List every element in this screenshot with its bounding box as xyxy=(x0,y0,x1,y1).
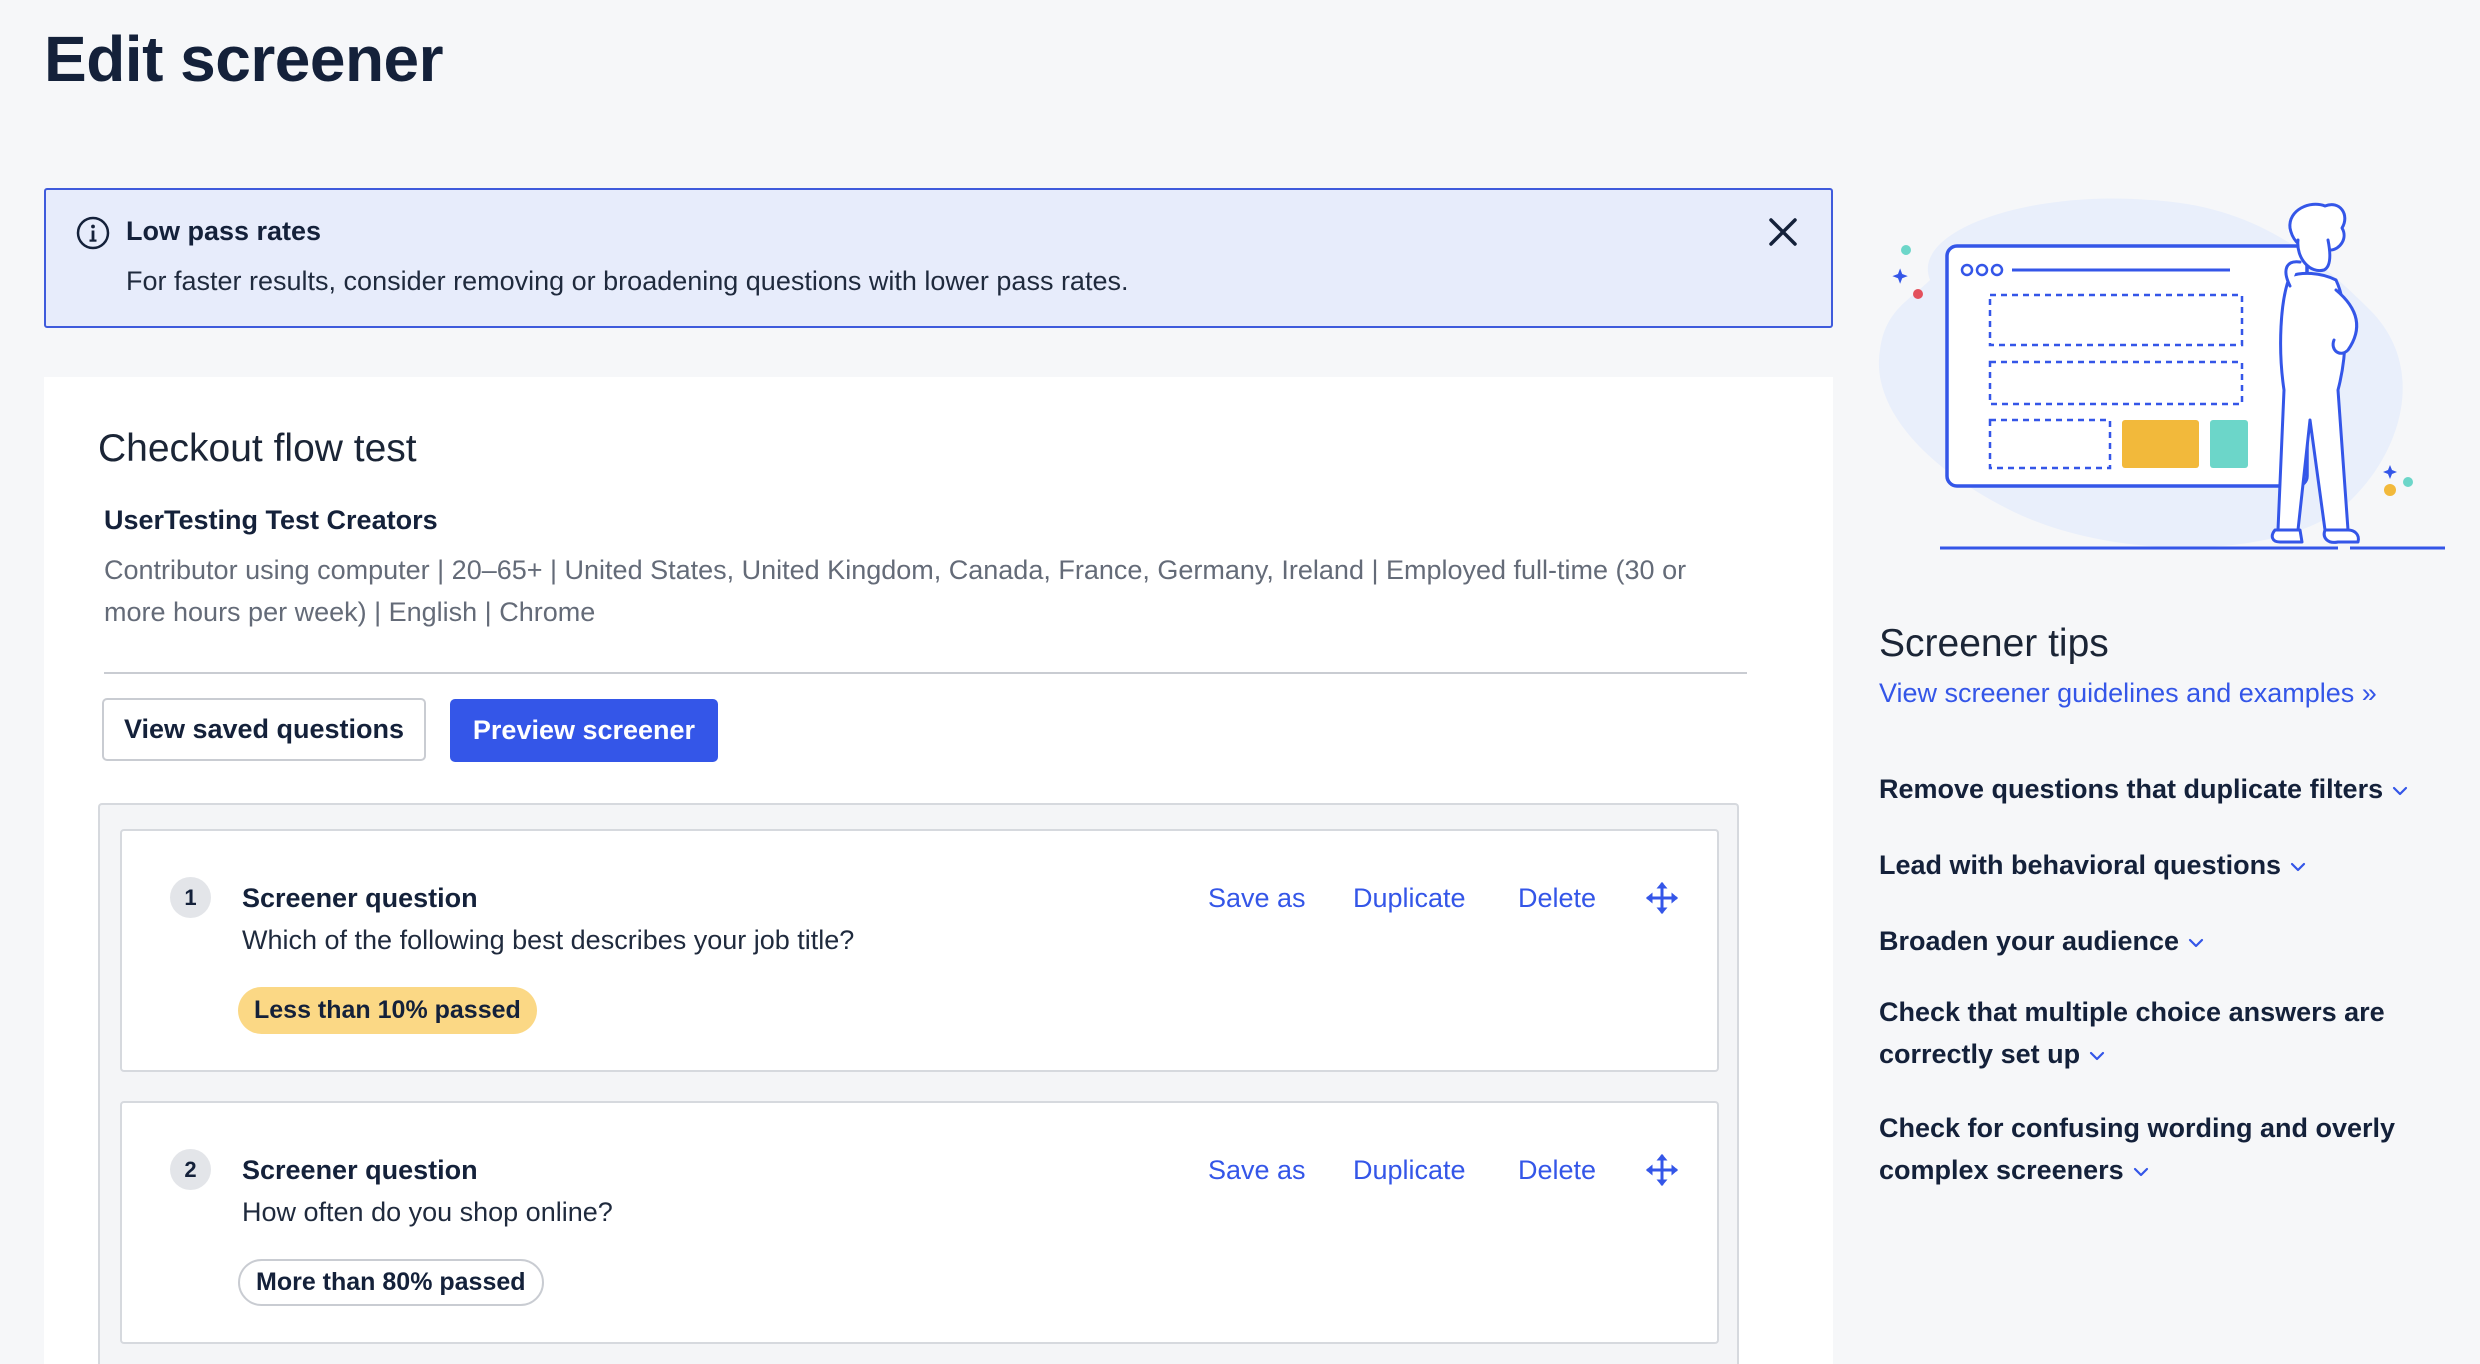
question-number: 2 xyxy=(170,1149,211,1190)
audience-description: Contributor using computer | 20–65+ | Un… xyxy=(104,555,1687,627)
question-card: 1 Screener question Which of the followi… xyxy=(120,829,1719,1072)
tip-behavioral-questions[interactable]: Lead with behavioral questions xyxy=(1879,844,2439,886)
duplicate-link[interactable]: Duplicate xyxy=(1353,1155,1466,1186)
question-number: 1 xyxy=(170,877,211,918)
guidelines-link[interactable]: View screener guidelines and examples » xyxy=(1879,678,2377,709)
tip-remove-duplicates[interactable]: Remove questions that duplicate filters xyxy=(1879,768,2439,810)
low-pass-rate-alert: Low pass rates For faster results, consi… xyxy=(44,188,1833,328)
screener-illustration xyxy=(1878,198,2445,550)
delete-link[interactable]: Delete xyxy=(1518,883,1596,914)
divider xyxy=(104,672,1747,674)
tip-confusing-wording[interactable]: Check for confusing wording and overly c… xyxy=(1879,1107,2439,1191)
preview-screener-button[interactable]: Preview screener xyxy=(450,699,718,762)
move-icon[interactable] xyxy=(1645,881,1679,915)
tip-label: Broaden your audience xyxy=(1879,926,2180,956)
alert-title: Low pass rates xyxy=(126,216,322,246)
question-text: Which of the following best describes yo… xyxy=(242,925,855,955)
chevron-down-icon xyxy=(2089,1051,2105,1060)
test-title: Checkout flow test xyxy=(98,427,417,470)
view-saved-questions-button[interactable]: View saved questions xyxy=(102,698,426,761)
question-list: 1 Screener question Which of the followi… xyxy=(98,803,1739,1364)
duplicate-link[interactable]: Duplicate xyxy=(1353,883,1466,914)
question-text: How often do you shop online? xyxy=(242,1197,613,1227)
tip-multiple-choice[interactable]: Check that multiple choice answers are c… xyxy=(1879,991,2409,1075)
page-title: Edit screener xyxy=(44,23,444,95)
info-icon xyxy=(76,216,110,250)
tip-broaden-audience[interactable]: Broaden your audience xyxy=(1879,920,2439,962)
question-label: Screener question xyxy=(242,1155,478,1185)
save-as-link[interactable]: Save as xyxy=(1208,1155,1306,1186)
chevron-down-icon xyxy=(2188,938,2204,947)
tip-label: Remove questions that duplicate filters xyxy=(1879,774,2384,804)
chevron-down-icon xyxy=(2290,862,2306,871)
close-icon[interactable] xyxy=(1765,214,1801,250)
tip-label: Check that multiple choice answers are c… xyxy=(1879,997,2385,1069)
move-icon[interactable] xyxy=(1645,1153,1679,1187)
tip-label: Lead with behavioral questions xyxy=(1879,850,2282,880)
save-as-link[interactable]: Save as xyxy=(1208,883,1306,914)
pass-rate-badge: More than 80% passed xyxy=(238,1259,544,1306)
question-card: 2 Screener question How often do you sho… xyxy=(120,1101,1719,1344)
delete-link[interactable]: Delete xyxy=(1518,1155,1596,1186)
screener-card: Checkout flow test UserTesting Test Crea… xyxy=(44,377,1833,1364)
question-label: Screener question xyxy=(242,883,478,913)
pass-rate-badge: Less than 10% passed xyxy=(238,987,537,1034)
chevron-down-icon xyxy=(2393,786,2408,795)
alert-message: For faster results, consider removing or… xyxy=(126,266,1129,296)
tips-title: Screener tips xyxy=(1879,622,2109,665)
chevron-down-icon xyxy=(2133,1167,2148,1176)
audience-name: UserTesting Test Creators xyxy=(104,505,438,535)
